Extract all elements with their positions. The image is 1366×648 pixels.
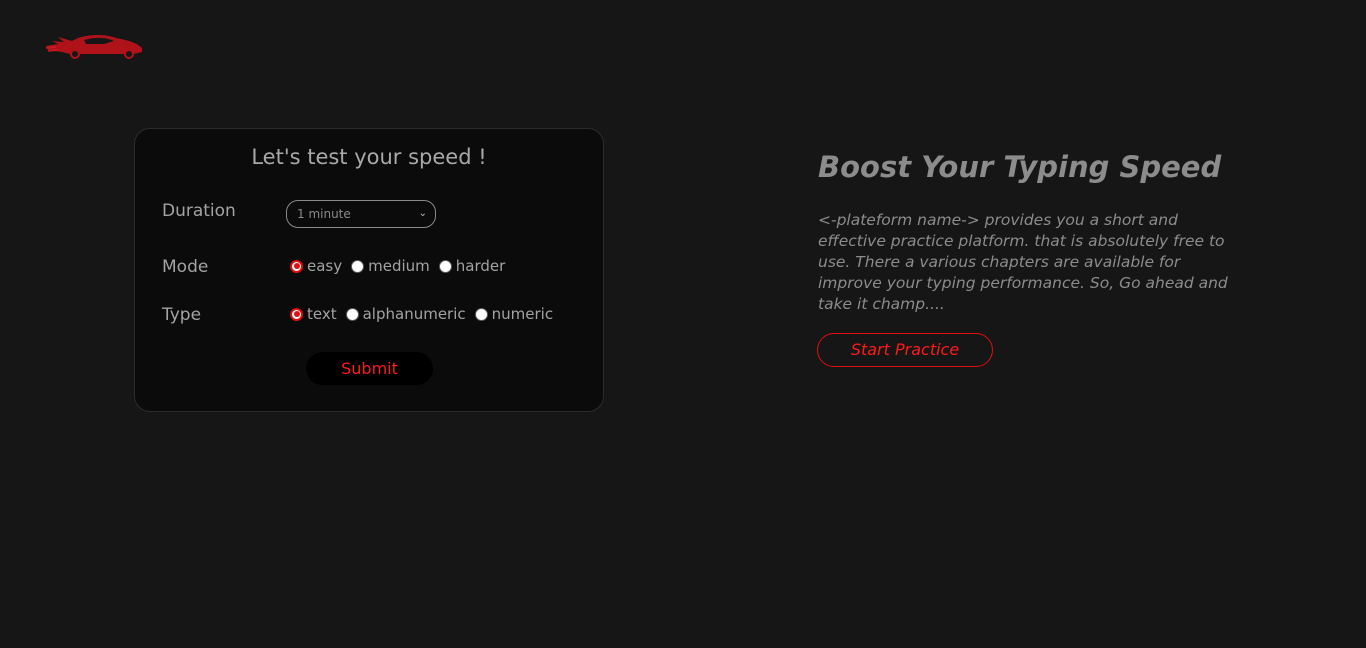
speed-test-form: Let's test your speed ! Duration 1 minut… xyxy=(134,128,604,412)
page: Let's test your speed ! Duration 1 minut… xyxy=(0,0,1366,648)
form-title: Let's test your speed ! xyxy=(251,145,487,169)
mode-option-label: medium xyxy=(368,257,430,275)
duration-select[interactable]: 1 minute ⌄ xyxy=(286,200,436,228)
type-option-label: numeric xyxy=(491,305,554,323)
hero-description: <-plateform name-> provides you a short … xyxy=(818,211,1228,313)
mode-option-label: easy xyxy=(307,257,343,275)
radio-unchecked-icon[interactable] xyxy=(474,307,488,321)
radio-unchecked-icon[interactable] xyxy=(345,307,359,321)
hero-title: Boost Your Typing Speed xyxy=(818,150,1222,184)
type-option-numeric[interactable]: numeric xyxy=(474,305,554,323)
radio-checked-icon[interactable] xyxy=(290,259,303,273)
duration-selected-value: 1 minute xyxy=(297,207,351,221)
mode-option-harder[interactable]: harder xyxy=(438,257,506,275)
type-label: Type xyxy=(162,305,202,325)
duration-label: Duration xyxy=(162,201,236,221)
submit-button[interactable]: Submit xyxy=(306,352,433,385)
race-car-logo-icon[interactable] xyxy=(44,32,144,62)
mode-option-easy[interactable]: easy xyxy=(290,257,342,275)
mode-label: Mode xyxy=(162,257,209,277)
chevron-down-icon: ⌄ xyxy=(418,208,427,219)
mode-option-label: harder xyxy=(455,257,506,275)
radio-unchecked-icon[interactable] xyxy=(438,259,452,273)
type-option-label: text xyxy=(307,305,337,323)
type-option-text[interactable]: text xyxy=(290,305,337,323)
type-option-label: alphanumeric xyxy=(362,305,466,323)
type-radio-group: text alphanumeric numeric xyxy=(290,305,562,323)
radio-unchecked-icon[interactable] xyxy=(351,259,365,273)
start-practice-button[interactable]: Start Practice xyxy=(817,333,993,367)
mode-radio-group: easy medium harder xyxy=(290,257,514,275)
radio-checked-icon[interactable] xyxy=(290,307,303,321)
mode-option-medium[interactable]: medium xyxy=(351,257,430,275)
type-option-alphanumeric[interactable]: alphanumeric xyxy=(345,305,466,323)
